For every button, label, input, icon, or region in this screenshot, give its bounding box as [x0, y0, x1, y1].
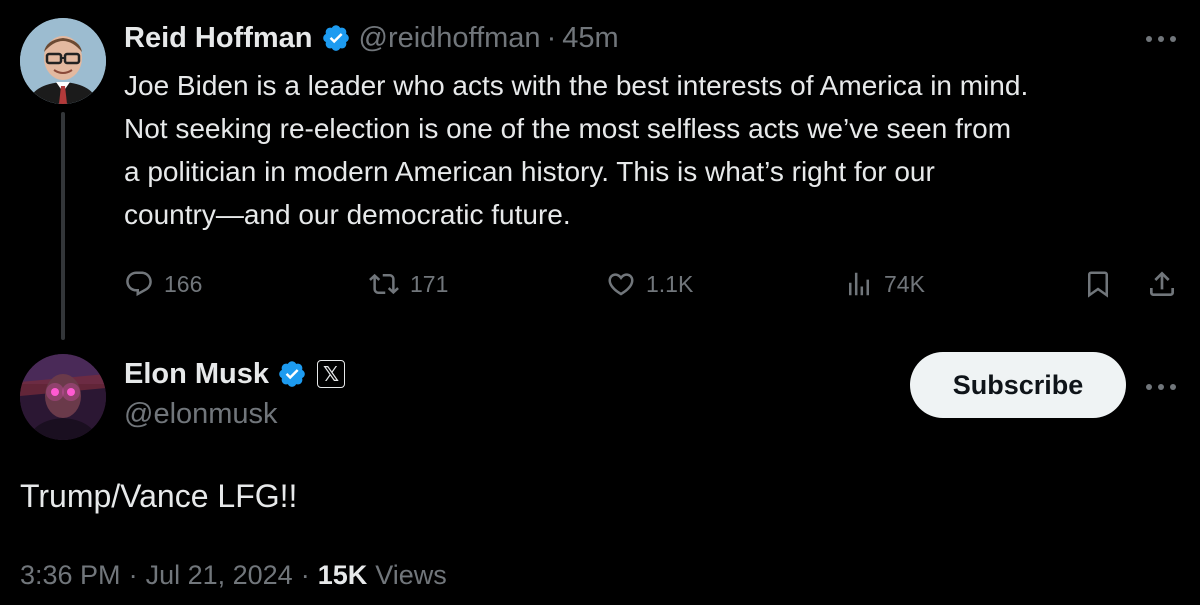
post-text: Trump/Vance LFG!!	[20, 478, 298, 514]
elon-handle[interactable]: @elonmusk	[124, 398, 278, 431]
reply-text-line: Not seeking re-election is one of the mo…	[124, 113, 1012, 144]
bookmark-action[interactable]	[1083, 266, 1113, 302]
post-date[interactable]: Jul 21, 2024	[146, 560, 293, 591]
reid-handle[interactable]: @reidhoffman	[359, 22, 541, 55]
reid-name[interactable]: Reid Hoffman	[124, 22, 313, 55]
more-icon[interactable]	[1146, 382, 1182, 392]
analytics-action[interactable]: 74K	[844, 266, 925, 302]
post-metadata: 3:36 PM · Jul 21, 2024 · 15K Views	[20, 560, 447, 591]
reid-avatar[interactable]	[20, 18, 106, 104]
post-views-count[interactable]: 15K	[318, 560, 368, 591]
reply-time[interactable]: 45m	[562, 22, 618, 55]
reply-count: 166	[164, 270, 203, 297]
post-header: Elon Musk 𝕏	[124, 354, 346, 394]
reply-text: Joe Biden is a leader who acts with the …	[124, 64, 1188, 236]
verified-badge-icon	[322, 25, 349, 51]
post-time[interactable]: 3:36 PM	[20, 560, 121, 591]
elon-name[interactable]: Elon Musk	[124, 358, 269, 391]
like-icon	[608, 273, 634, 296]
reply-icon	[126, 271, 152, 297]
reply-text-line: country—and our democratic future.	[124, 199, 571, 230]
x-logo-icon[interactable]: 𝕏	[317, 360, 346, 388]
like-count: 1.1K	[646, 270, 694, 297]
separator-dot: ·	[300, 560, 310, 590]
separator-dot: ·	[546, 21, 557, 54]
like-action[interactable]: 1.1K	[606, 266, 693, 302]
share-icon	[1150, 271, 1174, 296]
repost-count: 171	[410, 270, 449, 297]
more-icon[interactable]	[1146, 34, 1182, 44]
subscribe-button[interactable]: Subscribe	[910, 352, 1126, 418]
views-count: 74K	[884, 270, 925, 297]
bookmark-icon	[1088, 271, 1108, 298]
analytics-icon	[849, 272, 869, 296]
verified-badge-icon	[279, 361, 305, 387]
thread-connector	[61, 112, 65, 340]
repost-action[interactable]: 171	[368, 266, 448, 302]
reply-text-line: a politician in modern American history.…	[124, 156, 935, 187]
share-action[interactable]	[1146, 266, 1178, 302]
separator-dot: ·	[128, 560, 138, 590]
reply-header: Reid Hoffman @reidhoffman · 45m	[124, 18, 619, 58]
repost-icon	[369, 273, 399, 295]
elon-avatar[interactable]	[20, 354, 106, 440]
post-views-label: Views	[375, 560, 447, 590]
reply-action[interactable]: 166	[124, 266, 202, 302]
reply-text-line: Joe Biden is a leader who acts with the …	[124, 70, 1029, 101]
